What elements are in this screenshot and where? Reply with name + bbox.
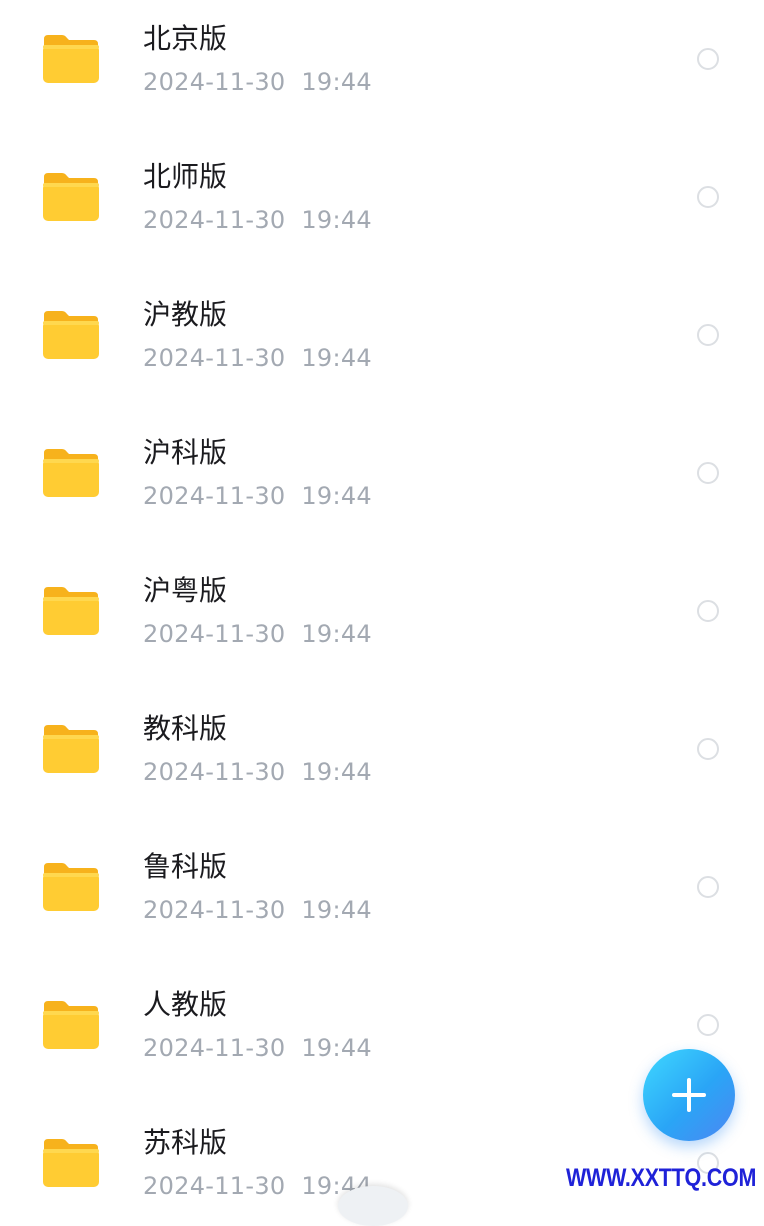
select-radio[interactable]: [697, 876, 719, 898]
folder-name: 鲁科版: [143, 850, 228, 883]
folder-icon: [42, 859, 100, 913]
select-radio[interactable]: [697, 462, 719, 484]
list-item-huke[interactable]: 沪科版 2024-11-30 19:44: [0, 414, 764, 552]
list-item-beishi[interactable]: 北师版 2024-11-30 19:44: [0, 138, 764, 276]
list-item-jiaoke[interactable]: 教科版 2024-11-30 19:44: [0, 690, 764, 828]
folder-date: 2024-11-30 19:44: [143, 344, 372, 372]
folder-icon: [42, 169, 100, 223]
watermark: WWW.XXTTQ.COM: [566, 1164, 757, 1192]
folder-icon: [42, 31, 100, 85]
folder-name: 人教版: [143, 988, 228, 1021]
list-item-beijing[interactable]: 北京版 2024-11-30 19:44: [0, 0, 764, 138]
select-radio[interactable]: [697, 48, 719, 70]
select-radio[interactable]: [697, 324, 719, 346]
list-item-luke[interactable]: 鲁科版 2024-11-30 19:44: [0, 828, 764, 966]
folder-icon: [42, 721, 100, 775]
folder-date: 2024-11-30 19:44: [143, 482, 372, 510]
folder-date: 2024-11-30 19:44: [143, 1034, 372, 1062]
folder-date: 2024-11-30 19:44: [143, 896, 372, 924]
folder-name: 北京版: [143, 22, 228, 55]
folder-date: 2024-11-30 19:44: [143, 620, 372, 648]
folder-name: 沪粤版: [143, 574, 228, 607]
folder-icon: [42, 307, 100, 361]
folder-date: 2024-11-30 19:44: [143, 68, 372, 96]
list-item-hujiao[interactable]: 沪教版 2024-11-30 19:44: [0, 276, 764, 414]
bottom-bar-handle: [338, 1186, 408, 1226]
select-radio[interactable]: [697, 600, 719, 622]
select-radio[interactable]: [697, 1014, 719, 1036]
folder-name: 苏科版: [143, 1126, 228, 1159]
folder-name: 沪科版: [143, 436, 228, 469]
folder-icon: [42, 1135, 100, 1189]
add-button[interactable]: [643, 1049, 735, 1141]
select-radio[interactable]: [697, 186, 719, 208]
folder-icon: [42, 583, 100, 637]
folder-name: 北师版: [143, 160, 228, 193]
folder-name: 教科版: [143, 712, 228, 745]
folder-date: 2024-11-30 19:44: [143, 758, 372, 786]
file-list: 北京版 2024-11-30 19:44 北师版 2024-11-30 19:4…: [0, 0, 764, 1200]
folder-date: 2024-11-30 19:44: [143, 1172, 372, 1200]
select-radio[interactable]: [697, 738, 719, 760]
folder-icon: [42, 445, 100, 499]
folder-name: 沪教版: [143, 298, 228, 331]
list-item-huyue[interactable]: 沪粤版 2024-11-30 19:44: [0, 552, 764, 690]
plus-icon: [672, 1078, 706, 1112]
folder-date: 2024-11-30 19:44: [143, 206, 372, 234]
folder-icon: [42, 997, 100, 1051]
